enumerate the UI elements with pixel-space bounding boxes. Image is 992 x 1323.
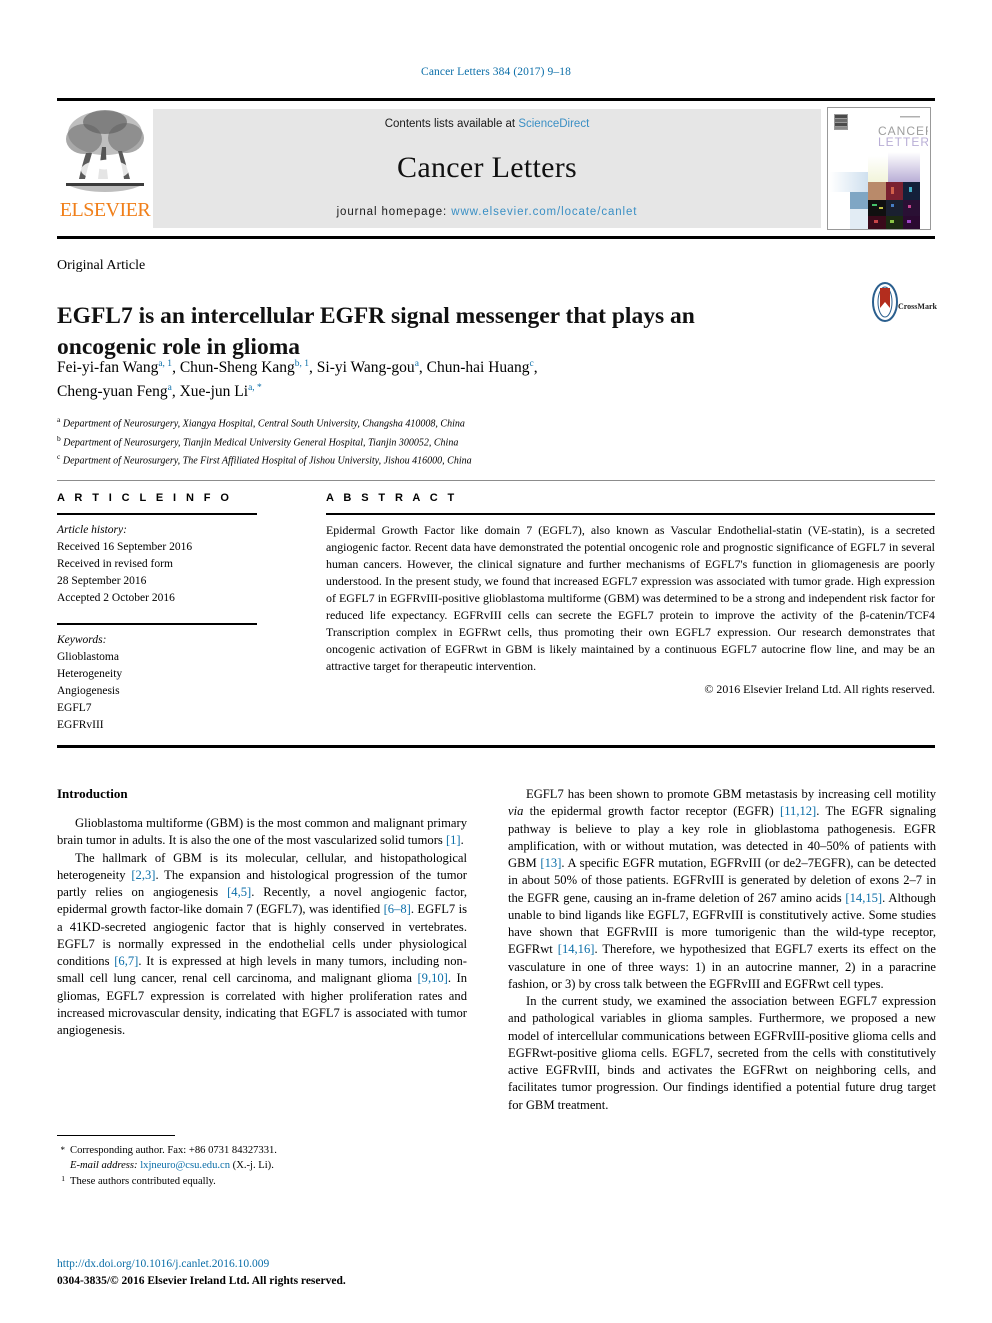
crossmark-badge[interactable]: CrossMark <box>872 282 938 328</box>
abstract-column: A B S T R A C T Epidermal Growth Factor … <box>326 492 935 697</box>
article-history-line: 28 September 2016 <box>57 575 147 588</box>
footnote-divider <box>57 1135 175 1136</box>
crossmark-icon <box>872 282 898 322</box>
running-head: Cancer Letters 384 (2017) 9–18 <box>421 66 571 78</box>
keyword-item: EGFRvIII <box>57 719 104 732</box>
journal-cover-thumbnail: CANCER LETTERS <box>827 107 931 230</box>
email-link[interactable]: lxjneuro@csu.edu.cn <box>140 1160 230 1171</box>
divider <box>57 513 257 515</box>
affiliation-mark: a <box>57 415 61 424</box>
section-heading-introduction: Introduction <box>57 786 128 801</box>
body-column-right: EGFL7 has been shown to promote GBM meta… <box>508 786 936 1114</box>
author-affiliation-mark: a, * <box>248 382 262 393</box>
article-info-heading: A R T I C L E I N F O <box>57 492 233 504</box>
author-item: Fei-yi-fan Wanga, 1, <box>57 358 180 376</box>
paragraph: The hallmark of GBM is its molecular, ce… <box>57 850 468 1038</box>
footnote-list: * Corresponding author. Fax: +86 0731 84… <box>57 1143 467 1189</box>
keywords-label: Keywords: <box>57 634 107 647</box>
sciencedirect-link[interactable]: ScienceDirect <box>518 118 589 130</box>
footnote-equal-contribution: 1 These authors contributed equally. <box>57 1174 467 1189</box>
article-history: Article history: Received 16 September 2… <box>57 522 257 607</box>
article-history-line: Received in revised form <box>57 558 173 571</box>
affiliation-list: a Department of Neurosurgery, Xiangya Ho… <box>57 414 757 470</box>
homepage-prefix: journal homepage: <box>336 206 452 218</box>
equal-contribution-text: These authors contributed equally. <box>70 1175 216 1187</box>
email-line: E-mail address: lxjneuro@csu.edu.cn (X.-… <box>70 1158 467 1173</box>
article-history-line: Accepted 2 October 2016 <box>57 592 175 605</box>
keyword-item: Glioblastoma <box>57 651 119 664</box>
paragraph: Glioblastoma multiforme (GBM) is the mos… <box>57 816 467 848</box>
author-line-1: Fei-yi-fan Wanga, 1, Chun-Sheng Kangb, 1… <box>57 356 757 380</box>
elsevier-tree-icon <box>66 110 144 192</box>
affiliation-item: b Department of Neurosurgery, Tianjin Me… <box>57 433 459 448</box>
article-type-label: Original Article <box>57 258 146 273</box>
keyword-item: Angiogenesis <box>57 685 120 698</box>
abstract-copyright: © 2016 Elsevier Ireland Ltd. All rights … <box>704 682 935 697</box>
author-affiliation-mark: a, 1 <box>158 358 173 369</box>
email-suffix: (X.-j. Li). <box>232 1160 274 1172</box>
corresponding-author-text: Corresponding author. Fax: +86 0731 8432… <box>70 1145 277 1156</box>
journal-title: Cancer Letters <box>397 151 577 184</box>
journal-homepage-line: journal homepage: www.elsevier.com/locat… <box>337 206 638 218</box>
journal-cover-image: CANCER LETTERS <box>828 108 930 229</box>
article-info-column: A R T I C L E I N F O Article history: R… <box>57 492 257 734</box>
svg-text:LETTERS: LETTERS <box>878 135 928 149</box>
author-affiliation-mark: b, 1 <box>294 358 310 369</box>
article-history-line: Received 16 September 2016 <box>57 541 193 554</box>
divider-above-abstract <box>57 480 935 481</box>
elsevier-logo: ELSEVIER <box>57 101 153 236</box>
page-title: EGFL7 is an intercellular EGFR signal me… <box>57 302 695 360</box>
affiliation-mark: c <box>57 452 61 462</box>
abstract-text: Epidermal Growth Factor like domain 7 (E… <box>326 523 935 674</box>
divider <box>57 623 257 626</box>
doi-block: http://dx.doi.org/10.1016/j.canlet.2016.… <box>57 1256 557 1291</box>
author-list: Fei-yi-fan Wanga, 1, Chun-Sheng Kangb, 1… <box>57 356 757 403</box>
article-page: Cancer Letters 384 (2017) 9–18 ELSEVIER … <box>0 0 992 1323</box>
abstract-heading: A B S T R A C T <box>326 492 458 504</box>
contents-lists-line: Contents lists available at ScienceDirec… <box>385 118 590 130</box>
paragraph: EGFL7 has been shown to promote GBM meta… <box>508 787 936 991</box>
keyword-item: Heterogeneity <box>57 668 123 681</box>
doi-link[interactable]: http://dx.doi.org/10.1016/j.canlet.2016.… <box>57 1256 557 1273</box>
journal-masthead: ELSEVIER Contents lists available at Sci… <box>57 98 935 239</box>
affiliation-mark: b <box>57 433 61 443</box>
affiliation-item: a Department of Neurosurgery, Xiangya Ho… <box>57 415 465 430</box>
issn-copyright: 0304-3835/© 2016 Elsevier Ireland Ltd. A… <box>57 1275 346 1288</box>
author-item: Xue-jun Lia, * <box>179 382 262 400</box>
footnote-mark: * <box>60 1145 66 1155</box>
elsevier-wordmark: ELSEVIER <box>59 199 151 221</box>
keyword-item: EGFL7 <box>57 702 92 715</box>
keywords-block: Keywords: Glioblastoma Heterogeneity Ang… <box>57 632 257 734</box>
email-label: E-mail address: <box>70 1160 138 1172</box>
article-history-label: Article history: <box>57 524 127 536</box>
body-column-left: Introduction Glioblastoma multiforme (GB… <box>57 786 467 1039</box>
masthead-contents-box: Contents lists available at ScienceDirec… <box>153 109 821 228</box>
divider-below-abstract <box>57 745 935 748</box>
divider <box>326 513 935 515</box>
author-item: Chun-Sheng Kangb, 1, <box>179 358 317 376</box>
author-line-2: Cheng-yuan Fenga, Xue-jun Lia, * <box>57 380 757 404</box>
author-item: Cheng-yuan Fenga, <box>57 382 180 400</box>
footnote-mark: 1 <box>61 1173 65 1183</box>
affiliation-item: c Department of Neurosurgery, The First … <box>57 452 472 467</box>
contents-lists-prefix: Contents lists available at <box>384 118 519 130</box>
author-item: Si-yi Wang-goua, <box>316 358 427 376</box>
author-item: Chun-hai Huangc, <box>426 358 538 376</box>
journal-homepage-link[interactable]: www.elsevier.com/locate/canlet <box>451 206 637 218</box>
crossmark-label: CrossMark <box>898 302 937 311</box>
paragraph: In the current study, we examined the as… <box>508 994 936 1112</box>
footnote-corresponding: * Corresponding author. Fax: +86 0731 84… <box>57 1143 467 1174</box>
